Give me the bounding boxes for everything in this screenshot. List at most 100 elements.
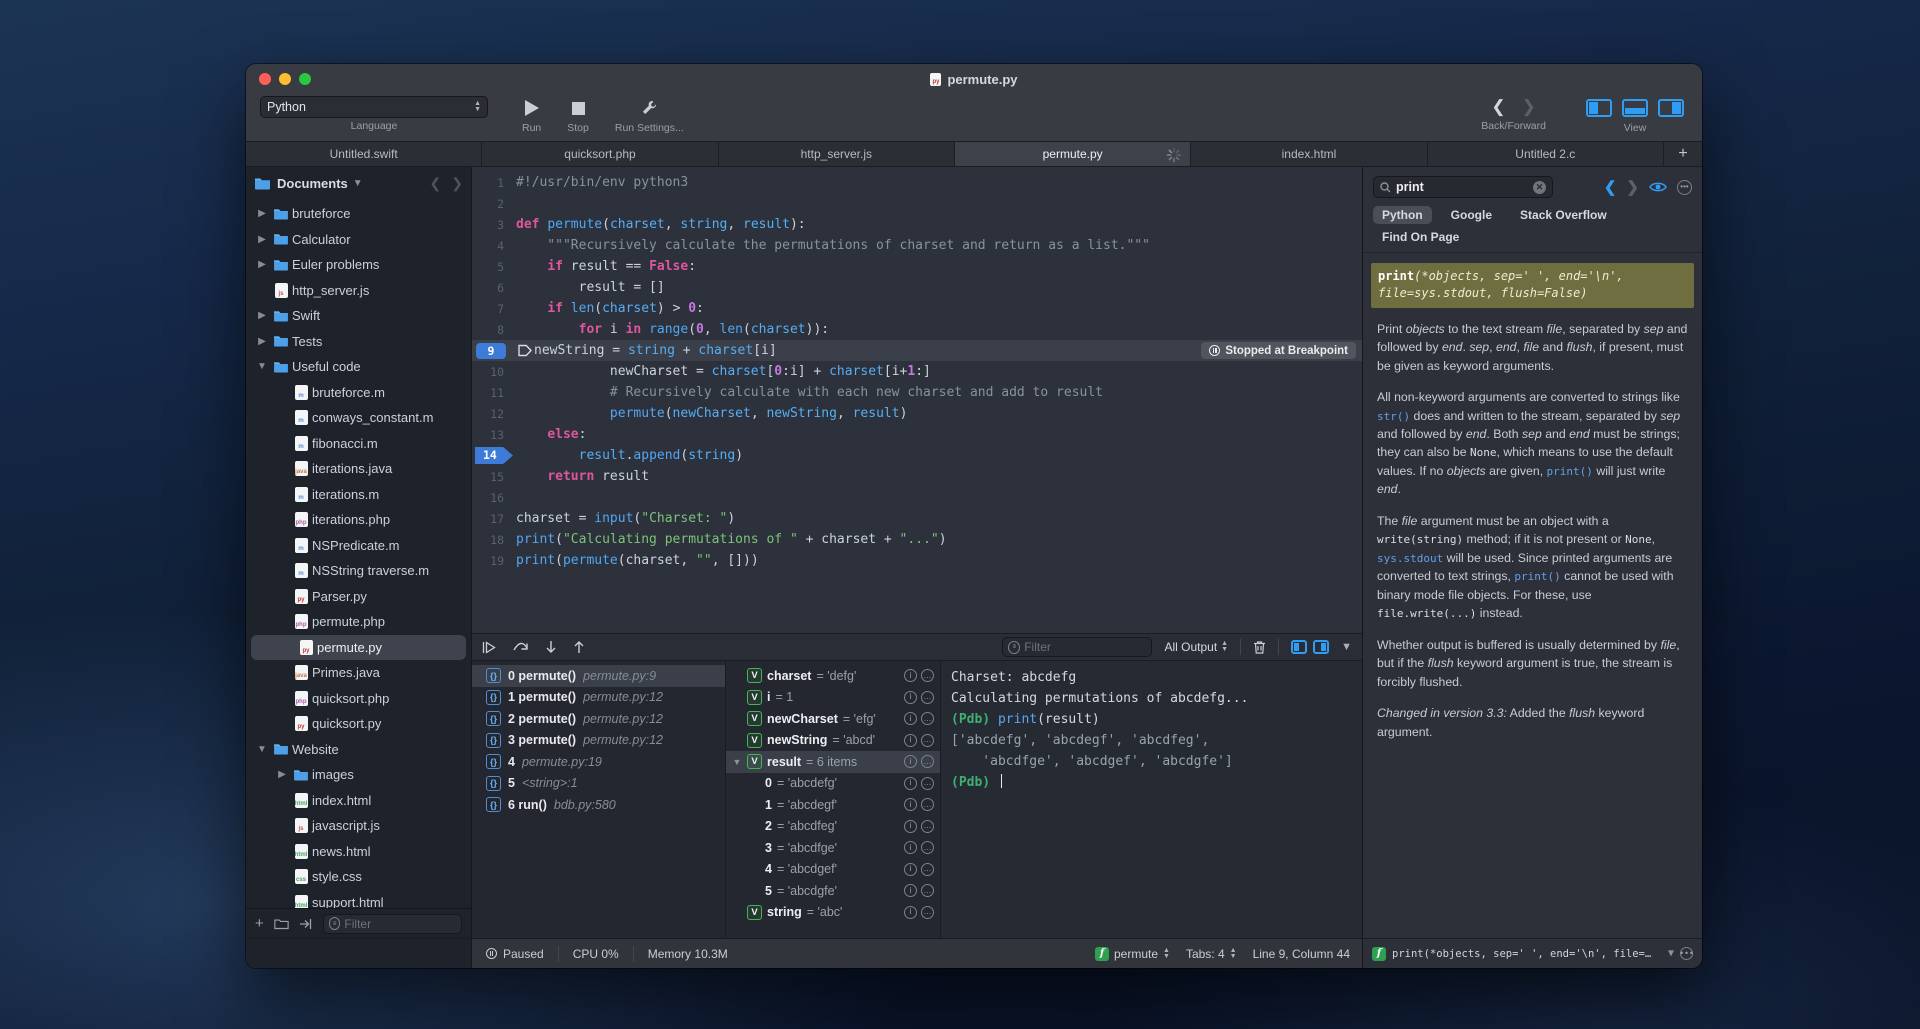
tree-item-website[interactable]: ▼ Website — [246, 737, 471, 763]
docs-back-button[interactable]: ❮ — [1604, 178, 1617, 196]
more-actions-icon[interactable]: … — [921, 862, 934, 876]
docs-tab-stack-overflow[interactable]: Stack Overflow — [1511, 206, 1616, 224]
add-file-button[interactable]: + — [255, 915, 264, 932]
chevron-right-icon[interactable]: ▶ — [254, 259, 270, 270]
function-scope-select[interactable]: f permute ▲ ▼ — [1094, 946, 1170, 961]
tree-item-quicksort-py[interactable]: py quicksort.py — [246, 711, 471, 737]
info-icon[interactable]: i — [904, 798, 917, 812]
tree-item-tests[interactable]: ▶ Tests — [246, 329, 471, 355]
more-actions-icon[interactable]: … — [921, 819, 934, 833]
clear-search-icon[interactable]: ✕ — [1533, 180, 1546, 194]
docs-forward-button[interactable]: ❯ — [1626, 178, 1639, 196]
chevron-down-icon[interactable]: ▼ — [1668, 948, 1674, 959]
info-icon[interactable]: i — [904, 669, 917, 683]
docs-tab-python[interactable]: Python — [1373, 206, 1432, 224]
info-icon[interactable]: i — [904, 776, 917, 790]
chevron-right-icon[interactable]: ▶ — [254, 336, 270, 347]
chevron-right-icon[interactable]: ▶ — [254, 234, 270, 245]
stack-frame-2[interactable]: {} 2 permute() permute.py:12 — [472, 708, 725, 730]
tree-item-useful-code[interactable]: ▼ Useful code — [246, 354, 471, 380]
tree-item-permute-py[interactable]: py permute.py — [251, 634, 466, 660]
toggle-debug-right-pane-button[interactable] — [1313, 640, 1330, 654]
info-icon[interactable]: i — [904, 733, 917, 747]
tab-index.html[interactable]: index.html — [1191, 142, 1428, 166]
sidebar-root[interactable]: Documents ▼ ❮ ❯ — [246, 167, 471, 199]
tree-item-conways-constant-m[interactable]: m conways_constant.m — [246, 405, 471, 431]
docs-tab-find-on-page[interactable]: Find On Page — [1373, 228, 1468, 246]
collapse-panel-button[interactable]: ▼ — [1341, 641, 1352, 653]
back-button[interactable]: ❮ — [1491, 96, 1505, 118]
chevron-down-icon[interactable]: ▼ — [254, 744, 270, 755]
tree-item-euler-problems[interactable]: ▶ Euler problems — [246, 252, 471, 278]
tree-item-fibonacci-m[interactable]: m fibonacci.m — [246, 431, 471, 457]
tree-item-iterations-java[interactable]: java iterations.java — [246, 456, 471, 482]
variable-row-3[interactable]: 3 = 'abcdfge' i… — [726, 837, 940, 859]
tree-item-style-css[interactable]: css style.css — [246, 864, 471, 890]
more-actions-icon[interactable]: … — [921, 776, 934, 790]
more-actions-icon[interactable]: … — [921, 798, 934, 812]
step-out-button[interactable] — [573, 640, 585, 654]
clear-console-button[interactable] — [1253, 640, 1266, 654]
info-icon[interactable]: i — [904, 755, 917, 769]
sidebar-back-button[interactable]: ❮ — [430, 175, 442, 192]
toggle-debug-left-pane-button[interactable] — [1291, 640, 1308, 654]
sidebar-filter-input[interactable] — [344, 916, 456, 931]
tree-item-index-html[interactable]: html index.html — [246, 788, 471, 814]
chevron-right-icon[interactable]: ▶ — [254, 208, 270, 219]
variable-row-newString[interactable]: VnewString = 'abcd' i… — [726, 730, 940, 752]
info-icon[interactable]: i — [904, 862, 917, 876]
tab-permute.py[interactable]: permute.py — [954, 142, 1192, 166]
tree-item-http-server-js[interactable]: js http_server.js — [246, 278, 471, 304]
output-select[interactable]: All Output ▲ ▼ — [1164, 640, 1228, 654]
tree-item-primes-java[interactable]: java Primes.java — [246, 660, 471, 686]
console-filter-input[interactable] — [1024, 640, 1147, 654]
tree-item-news-html[interactable]: html news.html — [246, 839, 471, 865]
stack-frame-4[interactable]: {} 4 permute.py:19 — [472, 751, 725, 773]
minimize-window-button[interactable] — [279, 73, 291, 85]
more-options-icon[interactable]: ••• — [1679, 947, 1694, 960]
toggle-left-panel-button[interactable] — [1586, 99, 1612, 117]
step-into-button[interactable] — [545, 640, 557, 654]
tree-item-javascript-js[interactable]: js javascript.js — [246, 813, 471, 839]
tree-item-parser-py[interactable]: py Parser.py — [246, 584, 471, 610]
stop-button[interactable]: Stop — [567, 96, 589, 134]
tree-item-calculator[interactable]: ▶ Calculator — [246, 227, 471, 253]
tree-item-nspredicate-m[interactable]: m NSPredicate.m — [246, 533, 471, 559]
tree-item-bruteforce-m[interactable]: m bruteforce.m — [246, 380, 471, 406]
info-icon[interactable]: i — [904, 841, 917, 855]
stack-frame-3[interactable]: {} 3 permute() permute.py:12 — [472, 730, 725, 752]
info-icon[interactable]: i — [904, 884, 917, 898]
continue-execution-button[interactable] — [482, 640, 497, 654]
variable-row-2[interactable]: 2 = 'abcdfeg' i… — [726, 816, 940, 838]
reveal-in-finder-button[interactable] — [299, 918, 313, 930]
stack-frame-1[interactable]: {} 1 permute() permute.py:12 — [472, 687, 725, 709]
forward-button[interactable]: ❯ — [1522, 96, 1536, 118]
variable-row-i[interactable]: Vi = 1 i… — [726, 687, 940, 709]
tab-Untitled.swift[interactable]: Untitled.swift — [246, 142, 483, 166]
more-actions-icon[interactable]: … — [921, 733, 934, 747]
chevron-right-icon[interactable]: ▶ — [254, 310, 270, 321]
more-actions-icon[interactable]: … — [921, 905, 934, 919]
info-icon[interactable]: i — [904, 690, 917, 704]
variable-row-newCharset[interactable]: VnewCharset = 'efg' i… — [726, 708, 940, 730]
breakpoint-badge[interactable]: 14 — [475, 447, 513, 464]
current-line-badge[interactable]: 9 — [476, 342, 506, 359]
stack-frame-0[interactable]: {} 0 permute() permute.py:9 — [472, 665, 725, 687]
tree-item-iterations-php[interactable]: php iterations.php — [246, 507, 471, 533]
tab-quicksort.php[interactable]: quicksort.php — [482, 142, 719, 166]
tree-item-swift[interactable]: ▶ Swift — [246, 303, 471, 329]
language-select[interactable]: Python ▲ ▼ — [260, 96, 488, 118]
tree-item-images[interactable]: ▶ images — [246, 762, 471, 788]
stack-frame-5[interactable]: {} 5 <string>:1 — [472, 773, 725, 795]
tab-Untitled 2.c[interactable]: Untitled 2.c — [1427, 142, 1664, 166]
more-options-icon[interactable]: ••• — [1677, 179, 1692, 195]
eye-icon[interactable] — [1649, 181, 1667, 193]
new-folder-button[interactable] — [274, 918, 289, 930]
tab-http_server.js[interactable]: http_server.js — [718, 142, 955, 166]
console-output[interactable]: Charset: abcdefg Calculating permutations… — [941, 661, 1362, 938]
zoom-window-button[interactable] — [299, 73, 311, 85]
step-over-button[interactable] — [513, 641, 529, 653]
tree-item-bruteforce[interactable]: ▶ bruteforce — [246, 201, 471, 227]
more-actions-icon[interactable]: … — [921, 755, 934, 769]
info-icon[interactable]: i — [904, 819, 917, 833]
